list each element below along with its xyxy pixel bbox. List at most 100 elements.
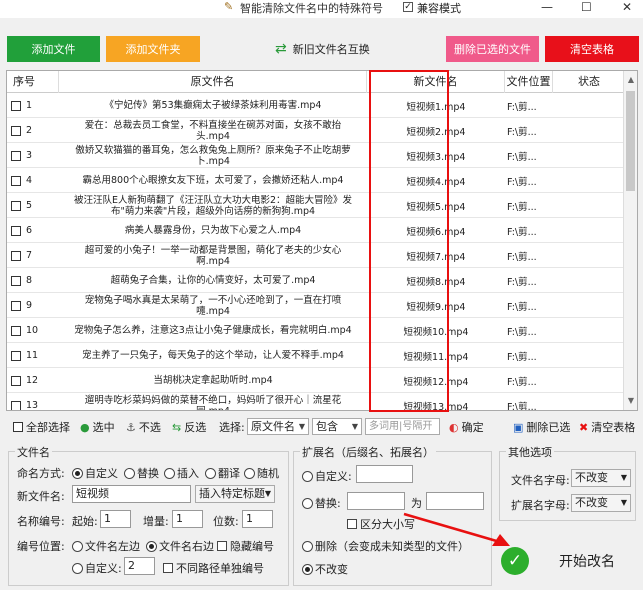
ext-replace-from-input[interactable] [347, 492, 405, 510]
ext-custom-input[interactable] [356, 465, 413, 483]
minimize-button[interactable]: — [541, 0, 553, 14]
header-new-name[interactable]: 新文件名 [367, 71, 505, 93]
header-status[interactable]: 状态 [553, 71, 625, 93]
header-original-name[interactable]: 原文件名 [59, 71, 367, 93]
checkbox-icon[interactable] [11, 375, 21, 386]
row-index: 6 [26, 225, 33, 236]
case-sensitive-checkbox[interactable]: 区分大小写 [347, 516, 415, 532]
table-row[interactable]: 7 超可爱的小兔子！一举一动都是背景图，萌化了老夫的少女心啊.mp4 短视频7.mp… [7, 243, 625, 268]
table-row[interactable]: 12 当胡桃决定拿起助听时.mp4 短视频12.mp4 F:\剪... [7, 368, 625, 393]
hide-number-checkbox[interactable]: 隐藏编号 [217, 538, 274, 554]
start-rename-button[interactable]: ✓ 开始改名 [495, 538, 639, 584]
checkbox-icon[interactable] [11, 225, 21, 236]
table-row[interactable]: 2 爱在：总裁去员工食堂，不料直接坐在碗苏对面，女孩不敢抬头.mp4 短视频2.mp… [7, 118, 625, 143]
pos-custom-radio[interactable]: 自定义: [72, 560, 122, 576]
custom-position-input[interactable]: 2 [124, 557, 155, 575]
clear-table-small-button[interactable]: ✖ 清空表格 [579, 419, 635, 435]
row-index-cell[interactable]: 1 [7, 93, 59, 118]
ext-delete-label: 删除（会变成未知类型的文件） [315, 540, 469, 553]
row-index-cell[interactable]: 6 [7, 218, 59, 243]
table-row[interactable]: 11 宠主养了一只兔子，每天兔子的这个举动，让人爱不释手.mp4 短视频11.mp4… [7, 343, 625, 368]
diff-path-checkbox[interactable]: 不同路径单独编号 [163, 560, 264, 576]
insert-tag-select[interactable]: 插入特定标题 ▼ [195, 485, 275, 503]
vertical-scrollbar[interactable]: ▲ ▼ [623, 71, 637, 410]
checkbox-icon[interactable] [11, 250, 21, 261]
compat-mode-label: 兼容模式 [417, 2, 461, 15]
checkbox-icon[interactable] [11, 300, 21, 311]
original-name-cell: 傲娇又软猫猫的番耳兔，怎么救兔兔上厕所？原来兔子不止吃胡萝卜.mp4 [75, 144, 351, 167]
digits-input[interactable]: 1 [242, 510, 273, 528]
mode-insert-radio[interactable]: 插入 [164, 465, 199, 481]
ext-unchanged-radio[interactable]: 不改变 [302, 561, 348, 577]
ext-replace-radio[interactable]: 替换: [302, 495, 341, 511]
match-select[interactable]: 包含 ▼ [312, 418, 362, 435]
clear-table-button[interactable]: 清空表格 [545, 36, 639, 62]
ext-case-select[interactable]: 不改变 ▼ [571, 494, 631, 512]
checkbox-icon[interactable] [11, 200, 21, 211]
mode-random-radio[interactable]: 随机 [244, 465, 279, 481]
delete-selected-files-button[interactable]: 删除已选的文件 [446, 36, 539, 62]
row-index-cell[interactable]: 8 [7, 268, 59, 293]
ext-replace-to-input[interactable] [426, 492, 484, 510]
header-location[interactable]: 文件位置 [505, 71, 553, 93]
mode-custom-radio[interactable]: 自定义 [72, 465, 118, 481]
name-case-select[interactable]: 不改变 ▼ [571, 469, 631, 487]
table-row[interactable]: 8 超萌兔子合集，让你的心情变好，太可爱了.mp4 短视频8.mp4 F:\剪... [7, 268, 625, 293]
swap-names-button[interactable]: ⇄ 新旧文件名互换 [275, 36, 375, 62]
scroll-thumb[interactable] [626, 91, 635, 191]
row-index-cell[interactable]: 11 [7, 343, 59, 368]
mode-custom-label: 自定义 [85, 467, 118, 480]
delete-selected-button[interactable]: ▣ 删除已选 [513, 419, 570, 435]
row-index-cell[interactable]: 13 [7, 393, 59, 410]
close-button[interactable]: ✕ [622, 0, 632, 14]
checkbox-icon[interactable] [11, 325, 21, 336]
unselect-button[interactable]: ⚓ 不选 [126, 419, 161, 435]
table-row[interactable]: 4 霸总用800个心眼撩女友下班，太可爱了，会撒娇还粘人.mp4 短视频4.mp4 F… [7, 168, 625, 193]
scroll-down-icon[interactable]: ▼ [624, 394, 637, 408]
confirm-button[interactable]: ◐ 确定 [449, 419, 484, 435]
scroll-up-icon[interactable]: ▲ [624, 73, 637, 87]
row-index-cell[interactable]: 4 [7, 168, 59, 193]
select-button[interactable]: ● 选中 [80, 419, 115, 435]
header-index[interactable]: 序号 [7, 71, 59, 93]
add-folder-button[interactable]: 添加文件夹 [106, 36, 200, 62]
field-select[interactable]: 原文件名 ▼ [247, 418, 309, 435]
table-row[interactable]: 6 病美人暴露身份，只为故下心爱之人.mp4 短视频6.mp4 F:\剪... [7, 218, 625, 243]
ext-delete-radio[interactable]: 删除（会变成未知类型的文件） [302, 538, 469, 554]
pos-right-radio[interactable]: 文件名右边 [146, 538, 214, 554]
pos-left-radio[interactable]: 文件名左边 [72, 538, 140, 554]
start-input[interactable]: 1 [100, 510, 131, 528]
compat-mode-checkbox[interactable]: ✓ [403, 2, 413, 12]
row-index-cell[interactable]: 2 [7, 118, 59, 143]
checkbox-icon[interactable] [11, 150, 21, 161]
checkbox-icon[interactable] [11, 275, 21, 286]
checkbox-icon[interactable] [11, 175, 21, 186]
row-index: 4 [26, 175, 33, 186]
checkbox-icon[interactable] [11, 400, 21, 410]
maximize-button[interactable]: ☐ [581, 0, 592, 14]
checkbox-icon[interactable] [11, 350, 21, 361]
table-row[interactable]: 1 《宁妃传》第53集癫痫太子被绿茶妹利用毒害.mp4 短视频1.mp4 F:\剪..… [7, 93, 625, 118]
ext-custom-radio[interactable]: 自定义: [302, 468, 352, 484]
keywords-input[interactable]: 多词用|号隔开 [365, 418, 440, 435]
table-row[interactable]: 3 傲娇又软猫猫的番耳兔，怎么救兔兔上厕所？原来兔子不止吃胡萝卜.mp4 短视频3.… [7, 143, 625, 168]
checkbox-icon[interactable] [11, 100, 21, 111]
new-name-input[interactable]: 短视频 [72, 485, 191, 503]
table-row[interactable]: 9 宠物兔子喝水真是太呆萌了，一不小心还呛到了，一直在打喷嚏.mp4 短视频9.mp… [7, 293, 625, 318]
row-index-cell[interactable]: 5 [7, 193, 59, 218]
table-row[interactable]: 5 被汪汪队E人新狗萌翻了《汪汪队立大功大电影2：超能大冒险》发布"萌力来袭"片段… [7, 193, 625, 218]
row-index-cell[interactable]: 10 [7, 318, 59, 343]
step-input[interactable]: 1 [172, 510, 203, 528]
checkbox-icon[interactable] [11, 125, 21, 136]
row-index-cell[interactable]: 12 [7, 368, 59, 393]
table-row[interactable]: 10 宠物兔子怎么养，注意这3点让小兔子健康成长，看完就明白.mp4 短视频10.m… [7, 318, 625, 343]
row-index-cell[interactable]: 3 [7, 143, 59, 168]
add-file-button[interactable]: 添加文件 [7, 36, 100, 62]
invert-button[interactable]: ⇆ 反选 [172, 419, 206, 435]
select-all-checkbox[interactable]: 全部选择 [13, 419, 70, 435]
mode-replace-radio[interactable]: 替换 [124, 465, 159, 481]
table-row[interactable]: 13 遛明寺吃杉菜妈妈做的菜替不绝口，妈妈听了很开心｜流星花园.mp4 短视频13.… [7, 393, 625, 410]
mode-translate-radio[interactable]: 翻译 [205, 465, 240, 481]
row-index-cell[interactable]: 9 [7, 293, 59, 318]
row-index-cell[interactable]: 7 [7, 243, 59, 268]
